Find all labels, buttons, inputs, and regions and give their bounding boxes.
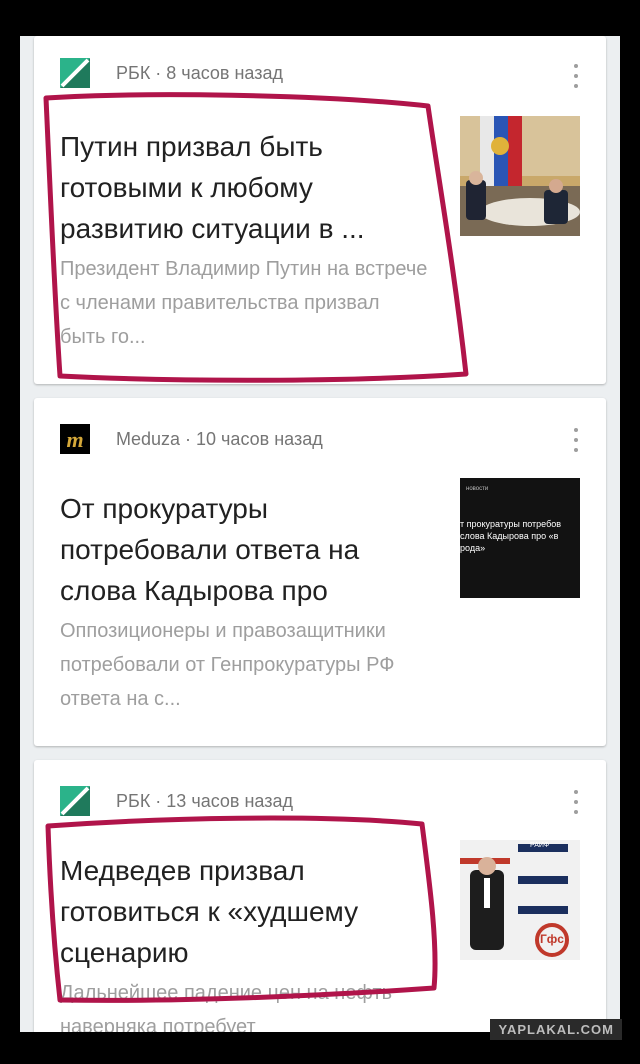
battery-percent: 32% (477, 44, 518, 67)
news-feed-screen: 32% 2:05 РБК · 8 часов назад Путин призв… (20, 36, 620, 1032)
mute-icon (369, 43, 395, 69)
wifi-icon (405, 43, 431, 69)
thumb-tag: новости (466, 486, 489, 492)
news-card[interactable]: РБК · 13 часов назад Медведев призвал го… (34, 760, 606, 1032)
card-source-row: РБК · 13 часов назад (60, 786, 293, 816)
more-options-icon[interactable] (570, 790, 582, 814)
card-snippet: Президент Владимир Путин на встрече с чл… (60, 258, 428, 348)
status-bar: 32% 2:05 (20, 36, 620, 76)
rbc-logo (60, 786, 90, 816)
card-source-row: m Meduza · 10 часов назад (60, 424, 323, 454)
clock: 2:05 (563, 43, 606, 68)
card-thumbnail[interactable] (460, 116, 580, 236)
card-thumbnail[interactable]: новости т прокуратуры потребов слова Кад… (460, 478, 580, 598)
thumb-banner: РАИФ (530, 842, 550, 849)
card-snippet: Дальнейшее падение цен на нефть наверняк… (60, 982, 393, 1032)
more-options-icon[interactable] (570, 428, 582, 452)
thumb-text: т прокуратуры потребов слова Кадырова пр… (460, 519, 562, 553)
card-thumbnail[interactable]: РАИФ Гфс (460, 840, 580, 960)
card-source-text: РБК · 13 часов назад (116, 790, 294, 811)
battery-icon (527, 43, 553, 69)
card-title[interactable]: Путин призвал быть готовыми к любому раз… (60, 126, 420, 249)
news-card[interactable]: РБК · 8 часов назад Путин призвал быть г… (34, 36, 606, 384)
watermark: YAPLAKAL.COM (490, 1019, 622, 1040)
card-title[interactable]: Медведев призвал готовиться к «худшему с… (60, 850, 420, 973)
card-snippet: Оппозиционеры и правозащитники потребова… (60, 620, 395, 710)
signal-icon (441, 43, 467, 69)
meduza-logo: m (60, 424, 90, 454)
news-card[interactable]: m Meduza · 10 часов назад От прокуратуры… (34, 398, 606, 746)
svg-text:m: m (66, 427, 83, 452)
card-source-text: Meduza · 10 часов назад (116, 428, 323, 449)
thumb-logo-text: Гфс (540, 932, 564, 946)
card-title[interactable]: От прокуратуры потребовали ответа на сло… (60, 488, 420, 611)
